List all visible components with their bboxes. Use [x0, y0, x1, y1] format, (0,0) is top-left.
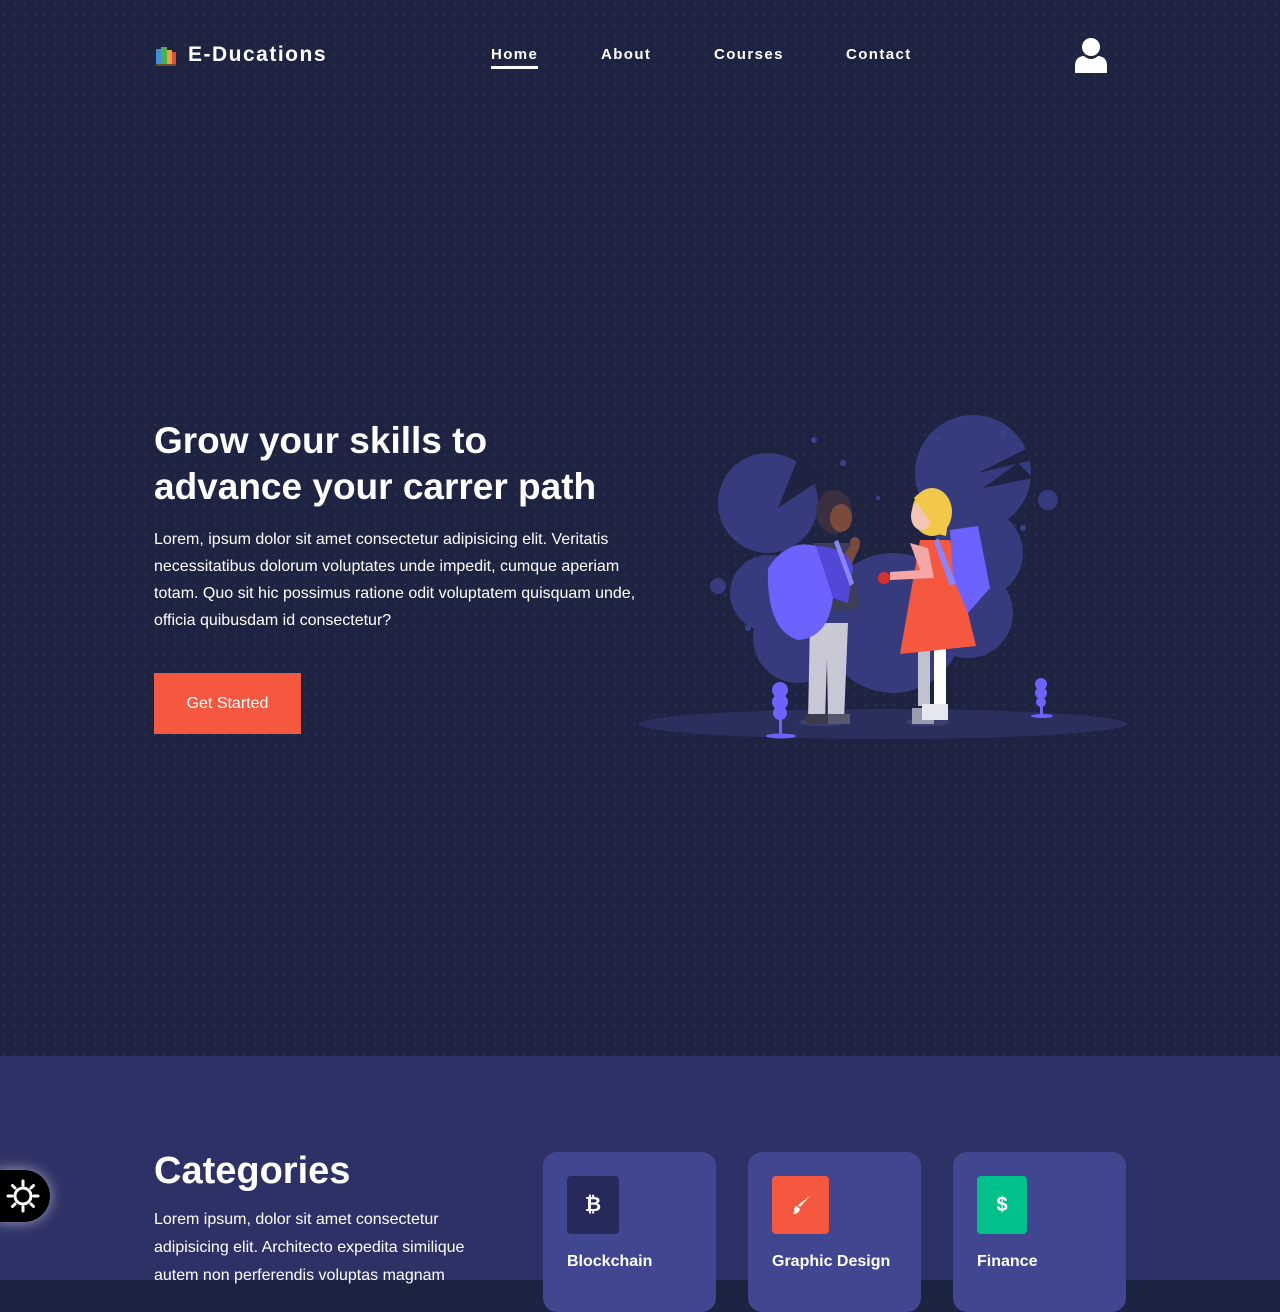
nav-contact[interactable]: Contact [846, 46, 912, 63]
category-label: Graphic Design [772, 1253, 891, 1270]
hero-headline-line1: Grow your skills to [154, 420, 488, 461]
books-icon [156, 47, 176, 66]
categories-title: Categories [154, 1150, 351, 1192]
hero-headline-line2: advance your carrer path [154, 466, 597, 507]
category-label: Blockchain [567, 1253, 653, 1270]
theme-toggle-button[interactable] [0, 1170, 50, 1222]
categories-section: Categories Lorem ipsum, dolor sit amet c… [0, 1056, 1280, 1312]
user-icon[interactable] [1074, 37, 1108, 73]
category-card-blockchain[interactable]: ₿ Blockchain [543, 1152, 716, 1312]
brand-logo[interactable]: E-Ducations [154, 40, 327, 70]
brand-name: E-Ducations [188, 43, 328, 66]
dollar-icon: $ [977, 1176, 1027, 1234]
bitcoin-icon: ₿ [567, 1176, 619, 1234]
hero-lead: Lorem, ipsum dolor sit amet consectetur … [154, 531, 636, 629]
get-started-button[interactable]: Get Started [154, 673, 301, 734]
nav-about[interactable]: About [601, 46, 651, 63]
students-illustration [639, 415, 1127, 739]
hero-headline: Grow your skills to advance your carrer … [154, 418, 674, 510]
category-card-graphic-design[interactable]: Graphic Design [748, 1152, 921, 1312]
hero-section: E-Ducations Home About Courses Contact G… [0, 0, 1280, 1056]
category-label: Finance [977, 1253, 1038, 1270]
category-card-finance[interactable]: $ Finance [953, 1152, 1126, 1312]
paintbrush-icon [772, 1176, 829, 1234]
categories-description: Lorem ipsum, dolor sit amet consectetur … [154, 1211, 465, 1284]
sun-icon [6, 1179, 40, 1213]
nav-courses[interactable]: Courses [714, 46, 784, 63]
nav-home[interactable]: Home [491, 46, 539, 69]
